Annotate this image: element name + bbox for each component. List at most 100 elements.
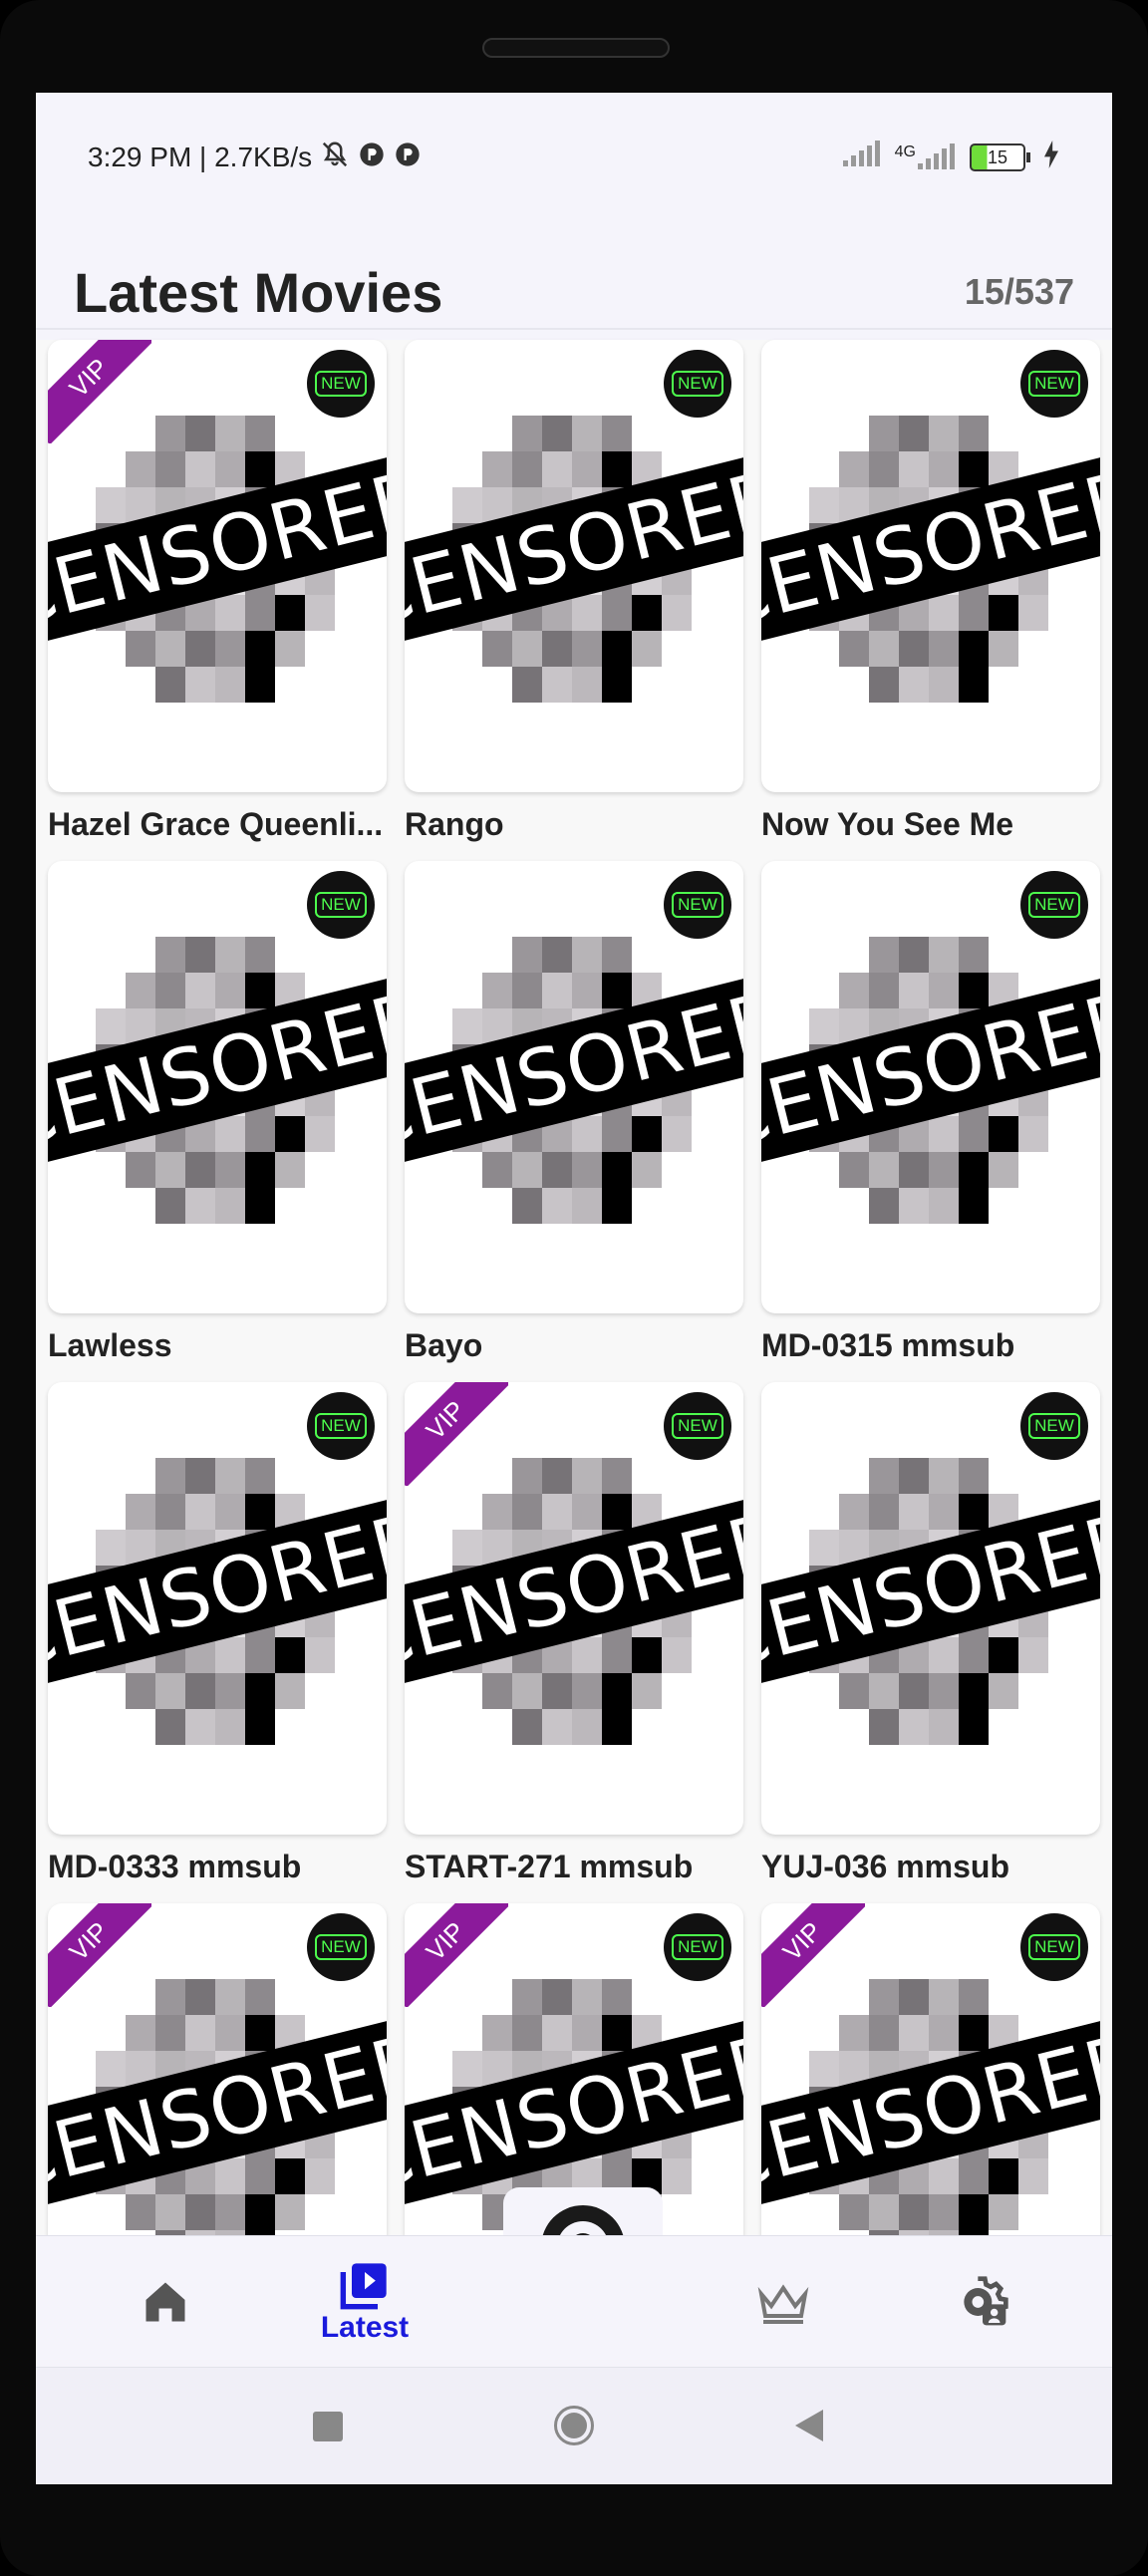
mosaic-cell [96, 1530, 126, 1566]
mosaic-cell [215, 2158, 245, 2194]
mosaic-cell [245, 2194, 275, 2230]
movie-card[interactable]: CENSORED NEW MD-0333 mmsub [48, 1382, 387, 1898]
screen: 3:29 PM | 2.7KB/s 4G 15 Latest Movies 15… [36, 93, 1112, 2484]
mosaic-cell [899, 2194, 929, 2230]
movie-title[interactable]: MD-0315 mmsub [761, 1313, 1100, 1377]
mosaic-cell [929, 1709, 959, 1745]
mosaic-cell [662, 1979, 692, 2015]
movie-title[interactable]: Hazel Grace Queenli... [48, 792, 387, 856]
new-badge-label: NEW [672, 1413, 723, 1439]
mosaic-cell [662, 2158, 692, 2194]
mosaic-cell [662, 1673, 692, 1709]
mosaic-cell [245, 416, 275, 451]
mosaic-cell [305, 1152, 335, 1188]
movie-title[interactable]: Now You See Me [761, 792, 1100, 856]
mosaic-cell [929, 1494, 959, 1530]
mosaic-cell [215, 1673, 245, 1709]
movie-title[interactable]: MD-0333 mmsub [48, 1835, 387, 1898]
mosaic-cell [602, 1709, 632, 1745]
mosaic-cell [215, 2015, 245, 2051]
movie-poster[interactable]: CENSORED NEW [48, 1382, 387, 1835]
mosaic-cell [452, 2051, 482, 2087]
mosaic-cell [632, 1979, 662, 2015]
mosaic-cell [662, 1458, 692, 1494]
movie-card[interactable]: CENSORED VIP NEW Hazel Grace Queenli... [48, 340, 387, 856]
mosaic-cell [452, 2194, 482, 2230]
mosaic-cell [96, 667, 126, 703]
movie-poster[interactable]: CENSORED VIP NEW [405, 1382, 743, 1835]
movie-card[interactable]: CENSORED NEW Lawless [48, 861, 387, 1377]
mosaic-cell [305, 2194, 335, 2230]
movie-poster[interactable]: CENSORED NEW [405, 340, 743, 792]
mosaic-cell [512, 667, 542, 703]
mosaic-cell [215, 595, 245, 631]
home-button[interactable] [554, 2406, 594, 2445]
nav-item-vip[interactable] [694, 2236, 873, 2368]
nav-item-latest[interactable]: Latest [275, 2236, 454, 2368]
movie-card[interactable]: CENSORED NEW Rango [405, 340, 743, 856]
recent-apps-button[interactable] [313, 2412, 343, 2441]
movie-card[interactable]: CENSORED NEW Now You See Me [761, 340, 1100, 856]
mosaic-cell [96, 631, 126, 667]
mosaic-cell [96, 2051, 126, 2087]
mosaic-cell [662, 1637, 692, 1673]
mosaic-cell [245, 1188, 275, 1224]
settings-account-icon [964, 2276, 1008, 2326]
nav-item-settings[interactable] [893, 2236, 1072, 2368]
mosaic-cell [96, 1458, 126, 1494]
mosaic-cell [839, 2015, 869, 2051]
movie-poster[interactable]: CENSORED NEW [48, 861, 387, 1313]
mosaic-cell [245, 937, 275, 973]
mosaic-cell [959, 1673, 989, 1709]
mosaic-cell [959, 1709, 989, 1745]
mosaic-cell [839, 1494, 869, 1530]
mosaic-cell [632, 1673, 662, 1709]
mosaic-cell [452, 973, 482, 1008]
mosaic-cell [155, 416, 185, 451]
mosaic-cell [215, 1494, 245, 1530]
mosaic-cell [452, 1530, 482, 1566]
mosaic-cell [899, 631, 929, 667]
app-notification-icon [358, 141, 386, 175]
mosaic-cell [929, 1979, 959, 2015]
movie-title[interactable]: Bayo [405, 1313, 743, 1377]
movie-title[interactable]: YUJ-036 mmsub [761, 1835, 1100, 1898]
movie-card[interactable]: CENSORED NEW MD-0315 mmsub [761, 861, 1100, 1377]
movie-poster[interactable]: CENSORED NEW [405, 861, 743, 1313]
mosaic-cell [602, 973, 632, 1008]
mosaic-cell [602, 1673, 632, 1709]
movie-poster[interactable]: CENSORED NEW [761, 1382, 1100, 1835]
movie-poster[interactable]: CENSORED NEW [761, 861, 1100, 1313]
mosaic-cell [512, 937, 542, 973]
item-counter: 15/537 [964, 271, 1074, 312]
nav-item-home[interactable] [76, 2236, 255, 2368]
movie-card[interactable]: CENSORED NEW YUJ-036 mmsub [761, 1382, 1100, 1898]
movie-card[interactable]: CENSORED VIP NEW START-271 mmsub [405, 1382, 743, 1898]
back-button[interactable] [795, 2410, 823, 2441]
signal-4g-group: 4G [895, 143, 958, 171]
mosaic-cell [839, 1709, 869, 1745]
mosaic-cell [305, 631, 335, 667]
mosaic-cell [809, 451, 839, 487]
mosaic-cell [989, 1673, 1018, 1709]
mosaic-cell [869, 1152, 899, 1188]
mosaic-cell [572, 667, 602, 703]
mosaic-cell [452, 2015, 482, 2051]
mosaic-cell [839, 1152, 869, 1188]
movie-poster[interactable]: CENSORED NEW [761, 340, 1100, 792]
mosaic-cell [572, 1637, 602, 1673]
mosaic-cell [185, 1709, 215, 1745]
movie-card[interactable]: CENSORED NEW Bayo [405, 861, 743, 1377]
new-badge-icon: NEW [307, 350, 375, 418]
mosaic-cell [512, 2015, 542, 2051]
mosaic-cell [245, 2158, 275, 2194]
mosaic-cell [155, 2194, 185, 2230]
crown-icon [757, 2284, 809, 2324]
movie-title[interactable]: Lawless [48, 1313, 387, 1377]
mosaic-cell [959, 2158, 989, 2194]
mosaic-cell [126, 1188, 155, 1224]
movie-title[interactable]: Rango [405, 792, 743, 856]
mosaic-cell [572, 937, 602, 973]
movie-title[interactable]: START-271 mmsub [405, 1835, 743, 1898]
movie-poster[interactable]: CENSORED VIP NEW [48, 340, 387, 792]
